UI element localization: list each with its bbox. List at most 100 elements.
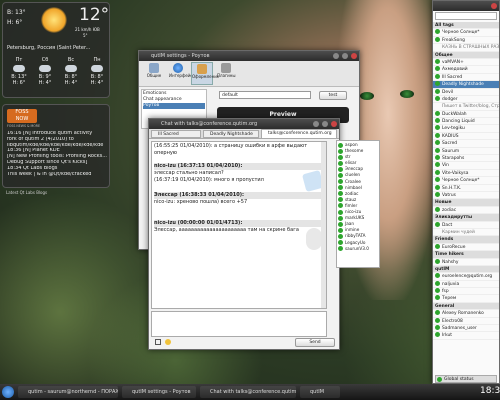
task-settings[interactable]: qutIM settings - Роутов (122, 386, 196, 398)
roster-group[interactable]: Friends (433, 236, 499, 244)
message-input[interactable] (151, 311, 327, 337)
task-qutim-main[interactable]: qutIM (300, 386, 340, 398)
roster-contact[interactable]: Терем (433, 295, 499, 303)
online-status-icon (338, 197, 343, 203)
roster-contact[interactable]: Sacred (433, 140, 499, 148)
roster-contact[interactable]: Sadmanes_user (433, 325, 499, 333)
nav-interface[interactable]: Интерфейс (169, 63, 193, 78)
nav-general[interactable]: Общие (145, 63, 163, 78)
roster-contact[interactable]: EuroRecue (433, 243, 499, 252)
send-button[interactable]: Send (295, 338, 335, 347)
tab-deadly-nightshade[interactable]: Deadly Nightshade (203, 130, 259, 138)
roster-contact[interactable]: Ахмедовий (433, 66, 499, 74)
member-item[interactable]: saurunV3.0 (338, 246, 378, 252)
tab-talks-conference[interactable]: talks@conference.qutim.org (261, 129, 337, 139)
close-button[interactable] (331, 121, 337, 127)
message-body: (16:55:25 01/04/2010): а страницу ошибки… (154, 143, 308, 156)
online-status-icon (435, 273, 440, 279)
news-item[interactable]: This week | & in @Qt/kde/cracked (7, 172, 107, 178)
smiley-icon[interactable] (165, 339, 171, 345)
chat-titlebar[interactable]: Chat with talks@conference.qutim.org (149, 119, 339, 129)
minimize-button[interactable] (333, 53, 339, 59)
roster-group[interactable]: qutIM (433, 265, 499, 274)
roster-contact[interactable]: Saurum (433, 147, 499, 156)
roster-contact[interactable]: Deadly Nightshade (433, 81, 499, 89)
nav-appearance[interactable]: Оформление (191, 62, 219, 85)
roster-contact[interactable]: Vatrus (433, 191, 499, 200)
roster-contact[interactable]: Черное Солнце* (433, 29, 499, 37)
minimize-button[interactable] (313, 121, 319, 127)
roster-label: Vite-Vaikysa (442, 170, 469, 176)
tree-item-selected[interactable]: Роутов (143, 103, 205, 109)
roster-group[interactable]: Эликадирутты (433, 214, 499, 222)
copy-icon[interactable] (155, 339, 161, 345)
online-status-icon (435, 88, 440, 94)
roster-contact[interactable]: Nahshy (433, 258, 499, 266)
maximize-button[interactable] (322, 121, 328, 127)
roster-contact[interactable]: Кармин чудей (433, 229, 499, 237)
chat-message: nico-izu (00:00:00 01/01/4713): Элессар,… (152, 219, 326, 235)
roster-contact[interactable]: Черное Солнце* (433, 177, 499, 185)
tab-ill-sacred[interactable]: Ill Sacred (151, 130, 201, 138)
roster-contact[interactable]: Irkut (433, 332, 499, 340)
roster-contact[interactable]: КАЗНЬ В СТРАШНЫХ РАЗЛЫВЕ (433, 44, 499, 52)
roster-contact[interactable]: DuckWalah (433, 110, 499, 119)
online-status-icon (338, 166, 343, 172)
roster-contact[interactable]: vaMVAN+ (433, 58, 499, 67)
roster-contact[interactable]: Vite-Vaikysa (433, 169, 499, 178)
roster-contact[interactable]: Vin (433, 162, 499, 170)
roster-contact[interactable]: zodiac (433, 206, 499, 215)
roster-group[interactable]: Новые (433, 199, 499, 207)
roster-contact[interactable]: euroelence@qutim.org (433, 273, 499, 281)
roster-contact[interactable]: dodger (433, 95, 499, 104)
roster-contact[interactable]: naljuvia (433, 280, 499, 289)
clock[interactable]: 18:38 (480, 386, 500, 396)
nav-plugins[interactable]: Плагины (217, 63, 236, 78)
global-status-button[interactable]: Global status (435, 375, 497, 383)
appearance-icon (197, 64, 207, 74)
roster-contact[interactable]: Ill Sacred (433, 73, 499, 82)
roster-contact[interactable]: Devil (433, 88, 499, 96)
style-combo[interactable]: default (219, 91, 311, 99)
chat-scrollbar[interactable] (321, 142, 326, 308)
test-button[interactable]: test (319, 91, 347, 100)
roster-contact[interactable]: Lev-tegiku (433, 125, 499, 133)
roster-label: Alexey Romanenko (442, 311, 484, 317)
roster-contact[interactable]: Sn.H.T.K. (433, 184, 499, 192)
roster-group[interactable]: General (433, 302, 499, 311)
settings-titlebar[interactable]: qutIM settings - Роутов (139, 51, 359, 61)
roster-contact[interactable]: Electro08 (433, 317, 499, 326)
cloud-icon (13, 65, 25, 72)
forecast-day: Вс В: 8° Н: 4° (59, 57, 83, 97)
forecast-day-name: Сб (41, 57, 49, 63)
roster-contact[interactable]: KADIUS (433, 132, 499, 141)
task-chat[interactable]: Chat with talks@conference.qutim... (200, 386, 296, 398)
close-button[interactable] (351, 53, 357, 59)
online-status-icon (435, 243, 440, 249)
kde-menu-icon[interactable] (2, 386, 14, 398)
online-status-icon (338, 154, 343, 160)
roster-contact[interactable]: Starapohs (433, 155, 499, 163)
roster-group[interactable]: Time hikers (433, 251, 499, 259)
tab-label: Deadly Nightshade (210, 132, 253, 137)
roster-label: FreakSong (442, 37, 465, 43)
chat-log[interactable]: (16:55:25 01/04/2010): а страницу ошибки… (151, 141, 327, 309)
task-qutim[interactable]: qutim - saurum@northernd - ПОРАЖЕНИЕ (18, 386, 118, 398)
roster-contact[interactable]: Alexey Romanenko (433, 310, 499, 318)
online-status-icon (435, 110, 440, 116)
chat-title: Chat with talks@conference.qutim.org (161, 121, 258, 127)
online-status-icon (338, 221, 343, 227)
roster-contact[interactable]: Dact (433, 221, 499, 229)
roster-group[interactable]: Общее (433, 51, 499, 59)
roster-contact[interactable]: FreakSong (433, 36, 499, 45)
roster-contact[interactable]: fsp (433, 288, 499, 296)
close-button[interactable] (491, 3, 497, 9)
roster-contact[interactable]: Dancing Liquid (433, 118, 499, 126)
roster-group[interactable]: All tags (433, 22, 499, 30)
roster-search[interactable] (435, 12, 497, 20)
online-status-icon (435, 66, 440, 72)
roster-contact[interactable]: Пишет в Twitter/blog, Страны (433, 103, 499, 111)
roster-titlebar[interactable] (433, 1, 499, 11)
roster-label: Кармин чудей (442, 229, 475, 235)
maximize-button[interactable] (342, 53, 348, 59)
